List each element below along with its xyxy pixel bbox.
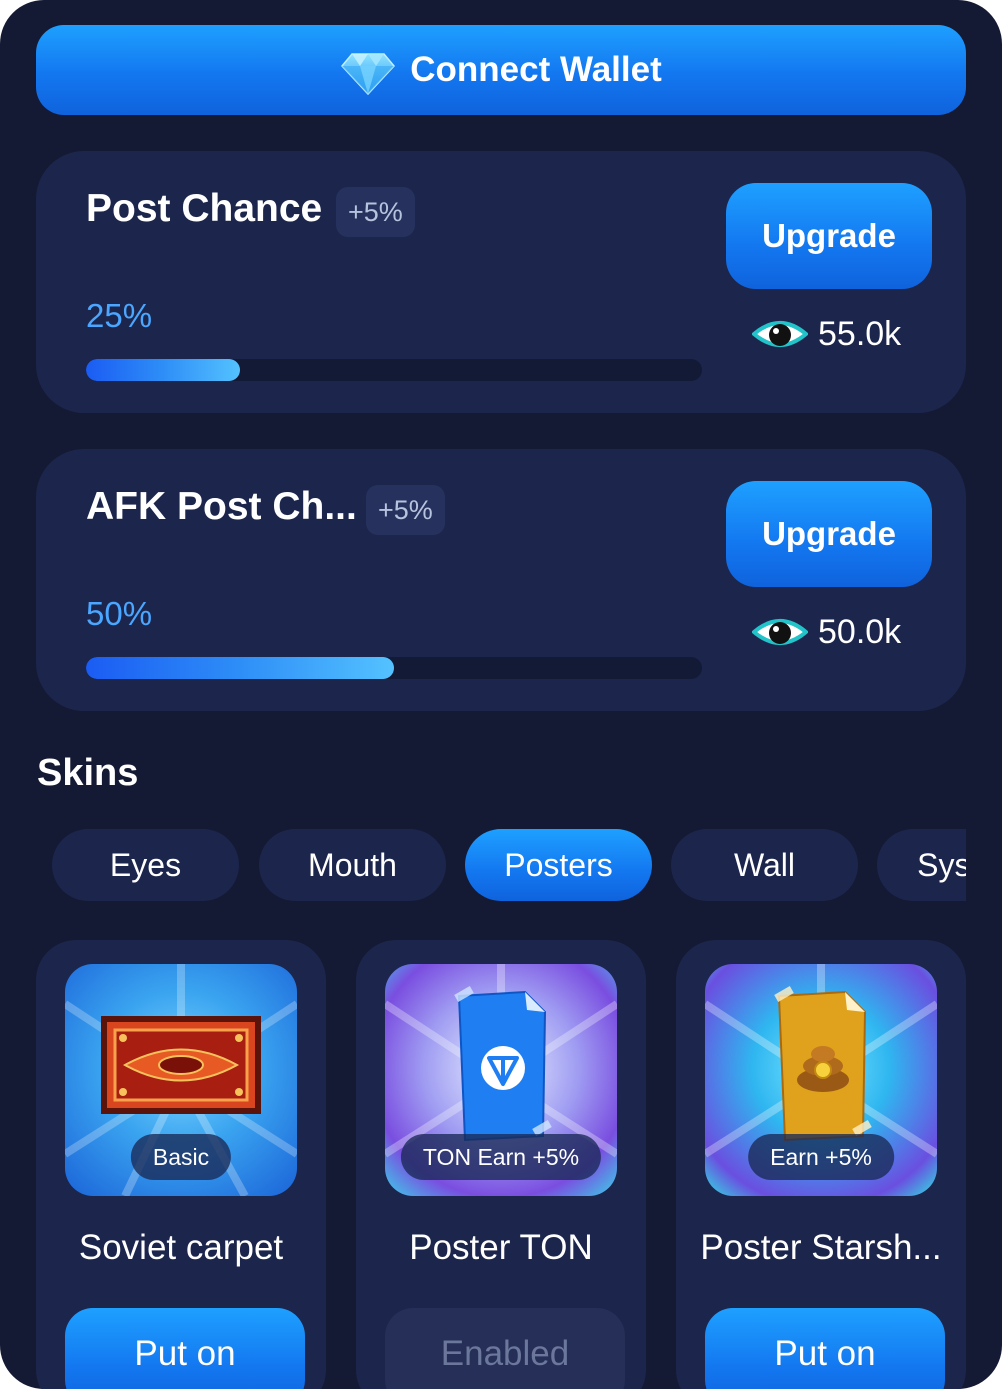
tab-system[interactable]: System <box>877 829 966 901</box>
skin-card-poster-starship: Earn +5% Poster Starsh... Put on <box>676 940 966 1389</box>
tab-eyes[interactable]: Eyes <box>52 829 239 901</box>
upgrade-price: 50.0k <box>752 607 901 657</box>
upgrade-title: Post Chance <box>86 187 323 230</box>
upgrade-price: 55.0k <box>752 309 901 359</box>
upgrade-card-post-chance: Post Chance +5% 25% Upgrade 55.0k <box>36 151 966 413</box>
skin-name: Poster TON <box>409 1228 593 1267</box>
tab-wall[interactable]: Wall <box>671 829 858 901</box>
upgrade-card-afk-post-chance: AFK Post Ch... +5% 50% Upgrade 50.0k <box>36 449 966 711</box>
skin-thumbnail[interactable]: Earn +5% <box>705 964 937 1196</box>
skins-section-title: Skins <box>37 752 139 794</box>
skin-badge: Basic <box>130 1134 232 1180</box>
progress-fill <box>86 359 240 381</box>
skin-badge: Earn +5% <box>748 1134 894 1180</box>
progress-fill <box>86 657 394 679</box>
price-value: 50.0k <box>818 612 902 651</box>
skin-card-poster-ton: TON Earn +5% Poster TON Enabled <box>356 940 646 1389</box>
upgrade-button[interactable]: Upgrade <box>726 183 932 289</box>
connect-wallet-button[interactable]: Connect Wallet <box>36 25 966 115</box>
enabled-button: Enabled <box>385 1308 625 1389</box>
tab-posters[interactable]: Posters <box>465 829 652 901</box>
upgrade-title: AFK Post Ch... <box>86 485 357 528</box>
progress-bar <box>86 657 702 679</box>
skin-card-soviet-carpet: Basic Soviet carpet Put on <box>36 940 326 1389</box>
connect-wallet-label: Connect Wallet <box>410 50 662 89</box>
skin-badge: TON Earn +5% <box>400 1134 602 1180</box>
eye-icon <box>752 619 808 645</box>
skins-category-tabs[interactable]: Eyes Mouth Posters Wall System <box>52 829 966 901</box>
bonus-badge: +5% <box>336 187 415 237</box>
skin-name: Soviet carpet <box>78 1228 284 1267</box>
skin-thumbnail[interactable]: TON Earn +5% <box>385 964 617 1196</box>
skin-thumbnail[interactable]: Basic <box>65 964 297 1196</box>
price-value: 55.0k <box>818 314 902 353</box>
bonus-badge: +5% <box>366 485 445 535</box>
put-on-button[interactable]: Put on <box>705 1308 945 1389</box>
progress-percent: 50% <box>86 595 153 632</box>
put-on-button[interactable]: Put on <box>65 1308 305 1389</box>
progress-percent: 25% <box>86 297 153 334</box>
app-screen: Connect Wallet Post Chance +5% 25% Upgra… <box>0 0 1002 1389</box>
diamond-gem-icon <box>341 53 396 96</box>
tab-mouth[interactable]: Mouth <box>259 829 446 901</box>
progress-bar <box>86 359 702 381</box>
upgrade-button[interactable]: Upgrade <box>726 481 932 587</box>
skin-name: Poster Starsh... <box>700 1228 942 1267</box>
eye-icon <box>752 321 808 347</box>
